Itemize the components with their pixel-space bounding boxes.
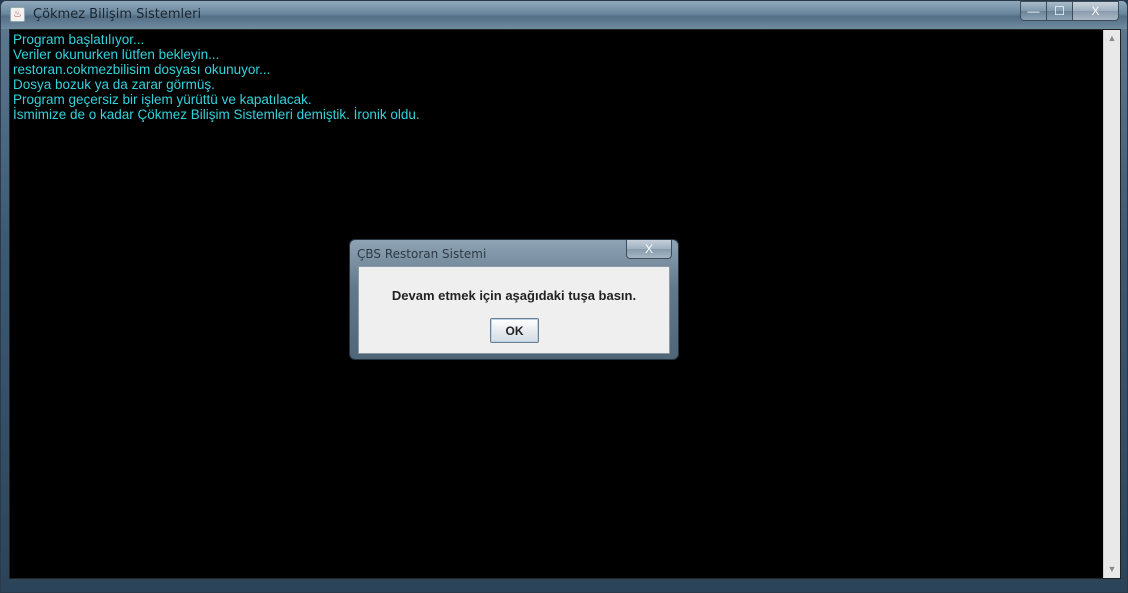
ok-button[interactable]: OK xyxy=(490,318,539,343)
scroll-down-arrow-icon[interactable]: ▼ xyxy=(1104,561,1120,578)
message-dialog: ÇBS Restoran Sistemi X Devam etmek için … xyxy=(349,239,679,360)
console-output: Program başlatılıyor... Veriler okunurke… xyxy=(13,32,1098,122)
scroll-up-arrow-icon[interactable]: ▲ xyxy=(1104,30,1120,47)
maximize-button[interactable]: ☐ xyxy=(1047,1,1073,21)
dialog-close-button[interactable]: X xyxy=(626,240,672,259)
console-line: Veriler okunurken lütfen bekleyin... xyxy=(13,47,220,62)
dialog-title: ÇBS Restoran Sistemi xyxy=(357,247,487,261)
dialog-message: Devam etmek için aşağıdaki tuşa basın. xyxy=(391,288,637,303)
vertical-scrollbar[interactable]: ▲ ▼ xyxy=(1103,30,1120,578)
title-bar[interactable]: ♨ Çökmez Bilişim Sistemleri — ☐ X xyxy=(1,1,1127,29)
window-title: Çökmez Bilişim Sistemleri xyxy=(33,7,202,22)
console-line: Program başlatılıyor... xyxy=(13,32,145,47)
console-line: restoran.cokmezbilisim dosyası okunuyor.… xyxy=(13,62,271,77)
console-line: İsmimize de o kadar Çökmez Bilişim Siste… xyxy=(13,107,420,122)
main-window: ♨ Çökmez Bilişim Sistemleri — ☐ X Progra… xyxy=(0,0,1128,593)
minimize-button[interactable]: — xyxy=(1020,1,1047,21)
caption-buttons: — ☐ X xyxy=(1020,1,1119,21)
console-line: Program geçersiz bir işlem yürüttü ve ka… xyxy=(13,92,312,107)
close-button[interactable]: X xyxy=(1073,1,1119,21)
console-line: Dosya bozuk ya da zarar görmüş. xyxy=(13,77,215,92)
dialog-body: Devam etmek için aşağıdaki tuşa basın. O… xyxy=(358,266,670,354)
java-icon: ♨ xyxy=(10,7,25,22)
